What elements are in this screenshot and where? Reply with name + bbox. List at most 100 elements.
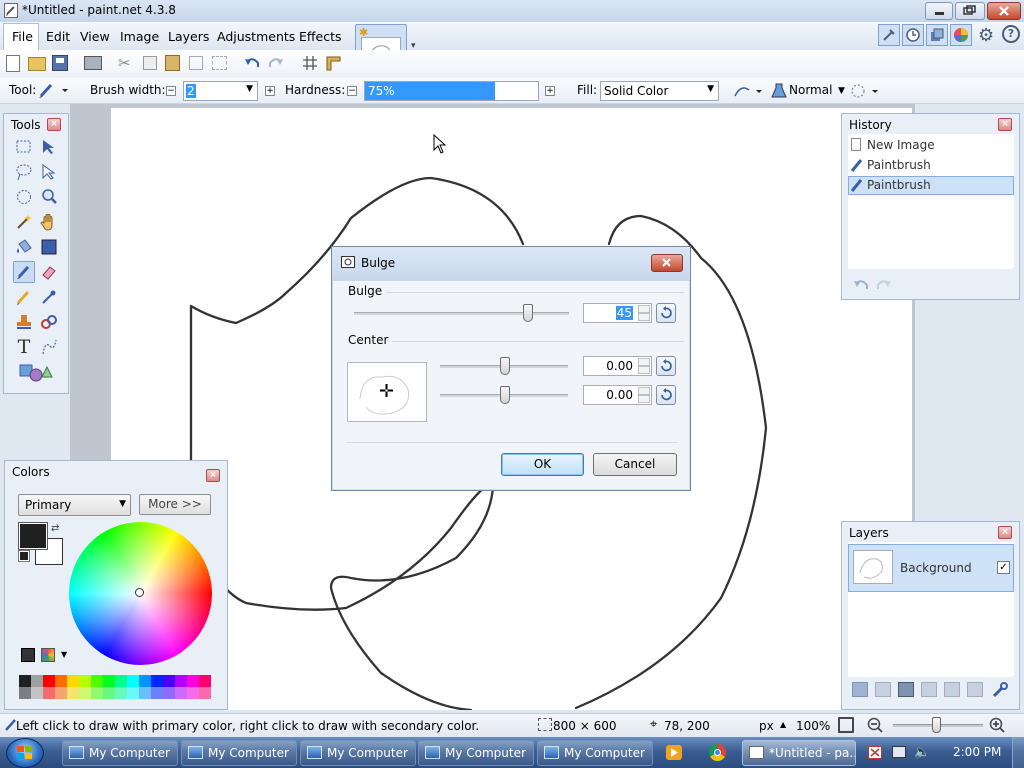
palette-swatch[interactable] (103, 687, 115, 699)
deselect-icon[interactable] (212, 56, 227, 70)
spin-up-icon[interactable] (638, 387, 650, 395)
color-picker-tool-icon[interactable] (38, 286, 60, 308)
palette-swatch[interactable] (139, 687, 151, 699)
zoom-slider-thumb[interactable] (932, 717, 941, 733)
palette-swatch[interactable] (31, 675, 43, 687)
palette-swatch[interactable] (151, 687, 163, 699)
bulge-input[interactable]: 45 (583, 303, 652, 323)
colors-window-toggle-icon[interactable] (950, 24, 972, 46)
bulge-reset-button[interactable] (656, 303, 676, 323)
chevron-down-icon[interactable]: ▼ (61, 650, 67, 659)
zoom-value[interactable]: 100% (796, 719, 830, 733)
history-undo-icon[interactable] (852, 276, 870, 292)
blend-mode-value[interactable]: Normal (789, 83, 832, 97)
save-icon[interactable] (52, 55, 68, 71)
crop-to-selection-icon[interactable] (189, 56, 203, 70)
taskbar-item[interactable]: My Computer (62, 740, 178, 766)
bulge-slider-thumb[interactable] (523, 304, 533, 322)
palette-swatch[interactable] (19, 687, 31, 699)
palette-swatch[interactable] (31, 687, 43, 699)
taskbar-item[interactable]: My Computer (181, 740, 297, 766)
move-selection-tool-icon[interactable] (38, 161, 60, 183)
palette-swatch[interactable] (67, 687, 79, 699)
palette-swatch[interactable] (163, 675, 175, 687)
spin-down-icon[interactable] (638, 313, 650, 321)
center-x-slider-thumb[interactable] (500, 357, 510, 375)
ellipse-select-tool-icon[interactable] (13, 186, 35, 208)
maximize-button[interactable] (955, 2, 985, 20)
clock[interactable]: 2:00 PM (953, 745, 1001, 759)
palette-swatch[interactable] (115, 687, 127, 699)
gradient-tool-icon[interactable] (38, 236, 60, 258)
history-item[interactable]: Paintbrush (848, 156, 1014, 175)
color-wheel-marker[interactable] (135, 588, 144, 597)
history-redo-icon[interactable] (875, 276, 893, 292)
chevron-down-icon[interactable]: ▼ (838, 86, 845, 96)
pan-tool-icon[interactable] (38, 211, 60, 233)
tray-flag-icon[interactable] (868, 746, 882, 759)
history-item-selected[interactable]: Paintbrush (848, 176, 1014, 195)
palette-swatch[interactable] (175, 675, 187, 687)
spin-down-icon[interactable] (638, 366, 650, 374)
open-folder-icon[interactable] (28, 57, 46, 71)
menu-image[interactable]: Image (120, 29, 159, 44)
swap-colors-icon[interactable]: ⇄ (51, 523, 59, 534)
palette-swatch[interactable] (43, 687, 55, 699)
taskbar-item[interactable]: My Computer (300, 740, 416, 766)
zoom-to-window-icon[interactable] (838, 717, 854, 733)
palette-swatch[interactable] (127, 675, 139, 687)
media-player-icon[interactable] (666, 745, 682, 760)
hardness-decrease-button[interactable]: − (347, 86, 357, 96)
tools-panel-close-icon[interactable]: × (47, 118, 61, 131)
palette-swatch[interactable] (115, 675, 127, 687)
palette-swatch[interactable] (79, 675, 91, 687)
rectangle-select-tool-icon[interactable] (13, 136, 35, 158)
recolor-tool-icon[interactable] (38, 311, 60, 333)
tray-network-icon[interactable] (892, 746, 906, 758)
help-icon[interactable]: ? (1002, 25, 1020, 43)
chevron-up-icon[interactable]: ▲ (780, 720, 786, 729)
new-file-icon[interactable] (6, 55, 20, 72)
palette-swatch[interactable] (187, 675, 199, 687)
cancel-button[interactable]: Cancel (593, 453, 677, 476)
move-layer-up-icon[interactable] (944, 682, 960, 697)
units-select[interactable]: px (759, 719, 774, 733)
colors-panel-close-icon[interactable]: × (206, 469, 220, 482)
palette-swatch[interactable] (79, 687, 91, 699)
color-wheel[interactable] (69, 522, 212, 665)
layer-row[interactable]: Background ✓ (848, 544, 1014, 592)
zoom-tool-icon[interactable] (38, 186, 60, 208)
more-colors-button[interactable]: More >> (139, 494, 211, 515)
palette-swatch[interactable] (163, 687, 175, 699)
hardness-increase-button[interactable]: + (545, 86, 555, 96)
selection-mode-icon[interactable] (850, 82, 882, 100)
blend-mode-icon[interactable] (771, 82, 787, 99)
paint-bucket-tool-icon[interactable] (13, 236, 35, 258)
center-y-input[interactable]: 0.00 (583, 385, 652, 405)
palette-swatch[interactable] (91, 675, 103, 687)
crosshair-icon[interactable]: ✛ (379, 383, 394, 401)
clone-stamp-tool-icon[interactable] (13, 311, 35, 333)
paintbrush-tool-dropdown-icon[interactable] (38, 81, 70, 99)
palette-swatch[interactable] (199, 675, 211, 687)
show-desktop-button[interactable] (1012, 737, 1024, 768)
text-tool-icon[interactable]: T (13, 336, 35, 358)
close-button[interactable] (987, 2, 1021, 20)
palette-swatch[interactable] (175, 687, 187, 699)
add-layer-icon[interactable] (852, 682, 868, 697)
palette-swatch[interactable] (67, 675, 79, 687)
paintbrush-tool-icon[interactable] (13, 261, 35, 283)
palette-swatch[interactable] (187, 687, 199, 699)
brush-width-increase-button[interactable]: + (265, 86, 275, 96)
layers-panel-close-icon[interactable]: × (998, 526, 1012, 539)
redo-icon[interactable] (267, 54, 285, 72)
cut-icon[interactable]: ✂ (118, 54, 131, 72)
palette-swatch[interactable] (199, 687, 211, 699)
center-x-reset-button[interactable] (656, 356, 676, 376)
taskbar-item[interactable]: My Computer (537, 740, 653, 766)
tray-volume-icon[interactable]: 🔈 (914, 745, 930, 760)
add-color-to-palette-icon[interactable] (21, 648, 35, 662)
ruler-icon[interactable] (325, 55, 342, 71)
ok-button[interactable]: OK (501, 453, 584, 476)
lasso-select-tool-icon[interactable] (13, 161, 35, 183)
